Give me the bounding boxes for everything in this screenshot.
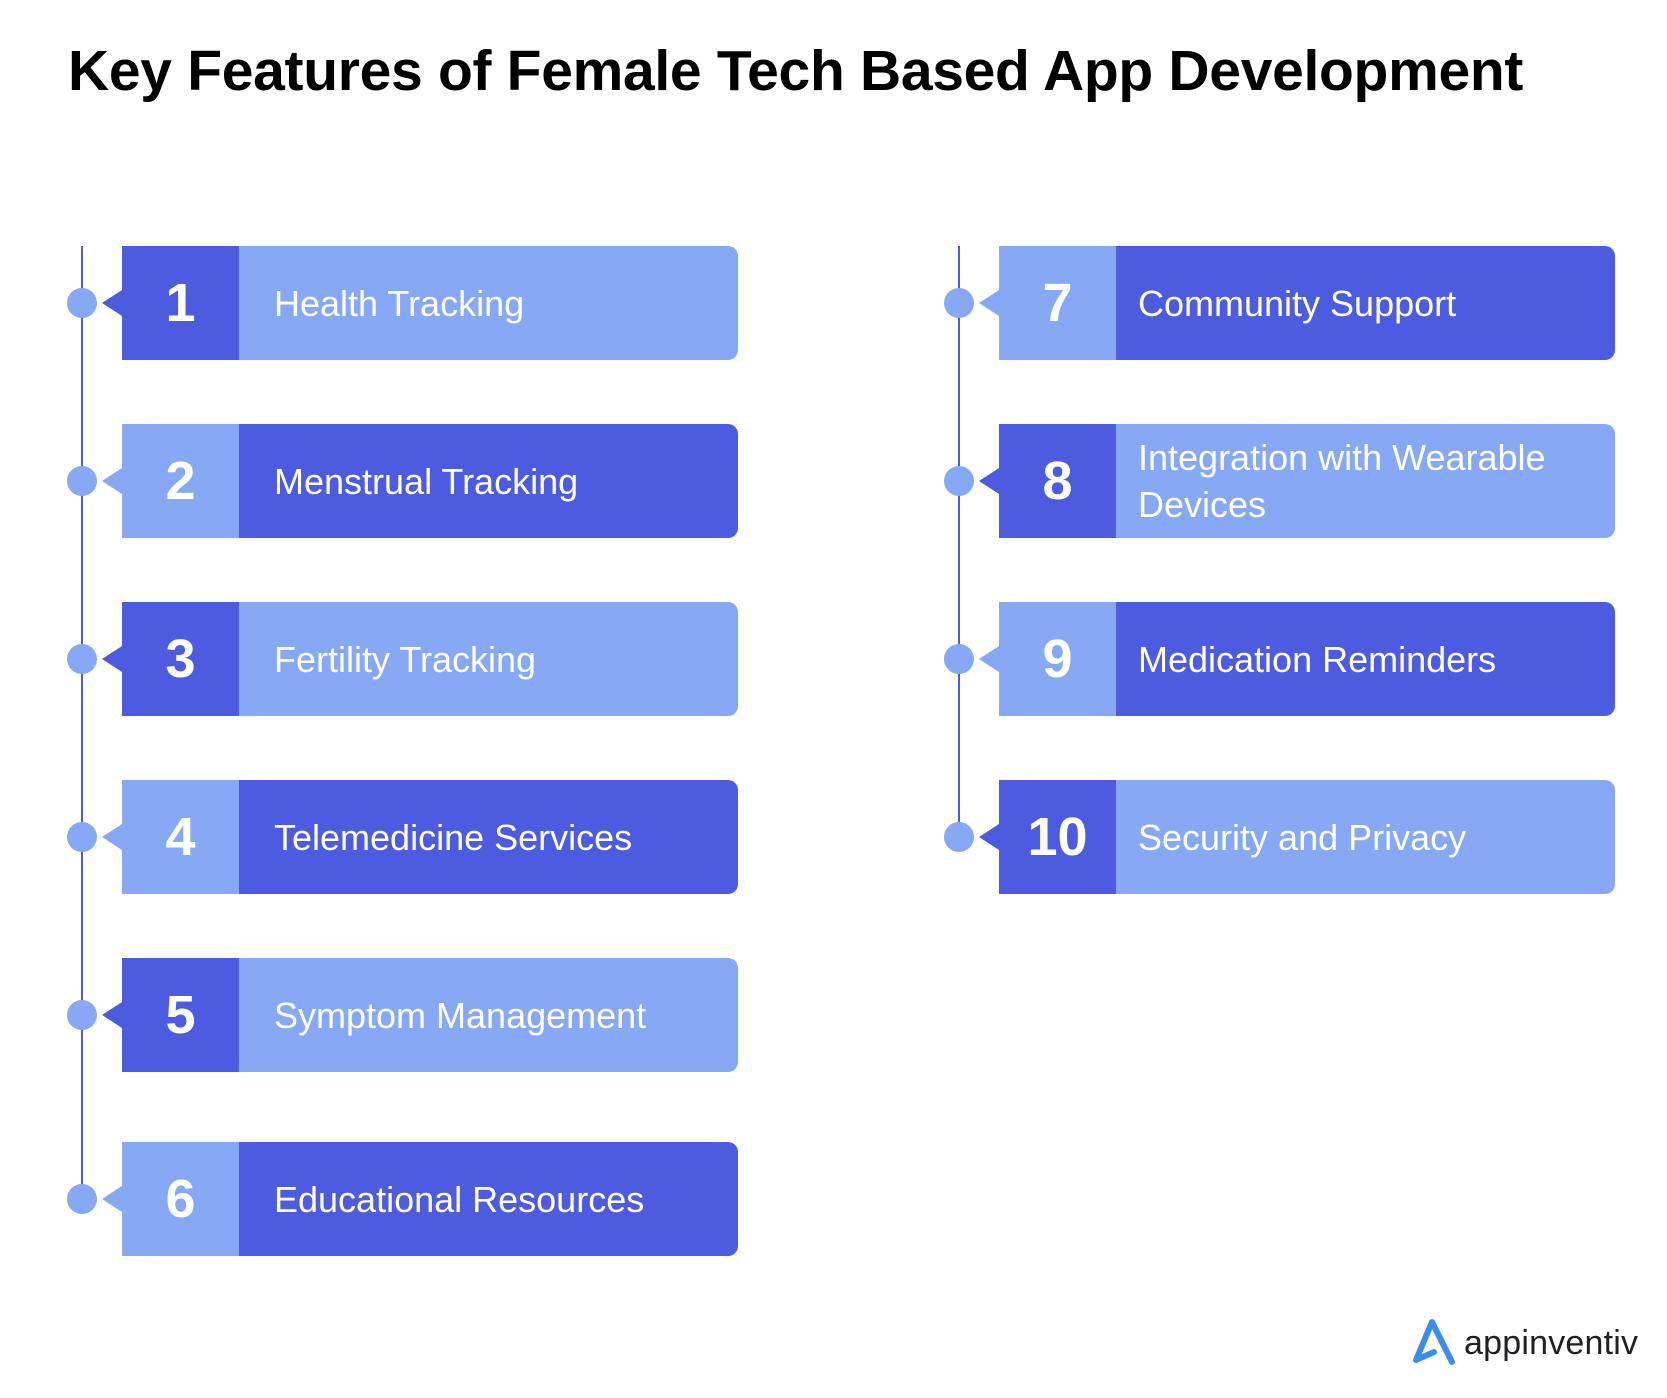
feature-item: 3 Fertility Tracking (67, 602, 738, 716)
feature-item: 6 Educational Resources (67, 1142, 738, 1256)
feature-card: 6 Educational Resources (122, 1142, 738, 1256)
feature-card: 4 Telemedicine Services (122, 780, 738, 894)
feature-number: 1 (122, 246, 239, 360)
brand-logo: appinventiv (1410, 1316, 1638, 1371)
feature-item: 1 Health Tracking (67, 246, 738, 360)
feature-label: Menstrual Tracking (239, 424, 738, 538)
feature-label: Fertility Tracking (239, 602, 738, 716)
timeline-dot (944, 644, 974, 674)
pointer-notch (102, 290, 122, 316)
pointer-notch (979, 468, 999, 494)
feature-item: 9 Medication Reminders (944, 602, 1615, 716)
appinventiv-logo-icon (1410, 1316, 1458, 1371)
feature-card: 7 Community Support (999, 246, 1615, 360)
timeline-dot (944, 288, 974, 318)
pointer-notch (102, 1186, 122, 1212)
feature-number: 8 (999, 424, 1116, 538)
feature-label: Symptom Management (239, 958, 738, 1072)
timeline-dot (67, 822, 97, 852)
timeline-dot (67, 1184, 97, 1214)
right-timeline-line (958, 246, 960, 836)
feature-number: 4 (122, 780, 239, 894)
feature-number: 7 (999, 246, 1116, 360)
feature-item: 8 Integration with Wearable Devices (944, 424, 1615, 538)
feature-card: 10 Security and Privacy (999, 780, 1615, 894)
feature-item: 2 Menstrual Tracking (67, 424, 738, 538)
feature-label: Medication Reminders (1116, 602, 1615, 716)
feature-number: 10 (999, 780, 1116, 894)
feature-item: 7 Community Support (944, 246, 1615, 360)
pointer-notch (979, 646, 999, 672)
feature-card: 3 Fertility Tracking (122, 602, 738, 716)
feature-card: 2 Menstrual Tracking (122, 424, 738, 538)
left-timeline-line (81, 246, 83, 1200)
pointer-notch (102, 468, 122, 494)
pointer-notch (979, 824, 999, 850)
timeline-dot (67, 644, 97, 674)
feature-label: Security and Privacy (1116, 780, 1615, 894)
feature-number: 3 (122, 602, 239, 716)
feature-label: Health Tracking (239, 246, 738, 360)
feature-label: Telemedicine Services (239, 780, 738, 894)
feature-card: 1 Health Tracking (122, 246, 738, 360)
logo-text: appinventiv (1464, 1324, 1639, 1362)
feature-label: Educational Resources (239, 1142, 738, 1256)
feature-number: 2 (122, 424, 239, 538)
pointer-notch (102, 824, 122, 850)
feature-item: 10 Security and Privacy (944, 780, 1615, 894)
page-title: Key Features of Female Tech Based App De… (68, 39, 1524, 103)
pointer-notch (102, 1002, 122, 1028)
timeline-dot (67, 288, 97, 318)
timeline-dot (944, 822, 974, 852)
feature-item: 5 Symptom Management (67, 958, 738, 1072)
feature-card: 8 Integration with Wearable Devices (999, 424, 1615, 538)
feature-card: 9 Medication Reminders (999, 602, 1615, 716)
timeline-dot (67, 1000, 97, 1030)
feature-number: 5 (122, 958, 239, 1072)
feature-number: 9 (999, 602, 1116, 716)
pointer-notch (979, 290, 999, 316)
feature-label: Community Support (1116, 246, 1615, 360)
timeline-dot (944, 466, 974, 496)
timeline-dot (67, 466, 97, 496)
feature-label: Integration with Wearable Devices (1116, 424, 1615, 538)
feature-number: 6 (122, 1142, 239, 1256)
pointer-notch (102, 646, 122, 672)
feature-card: 5 Symptom Management (122, 958, 738, 1072)
feature-item: 4 Telemedicine Services (67, 780, 738, 894)
